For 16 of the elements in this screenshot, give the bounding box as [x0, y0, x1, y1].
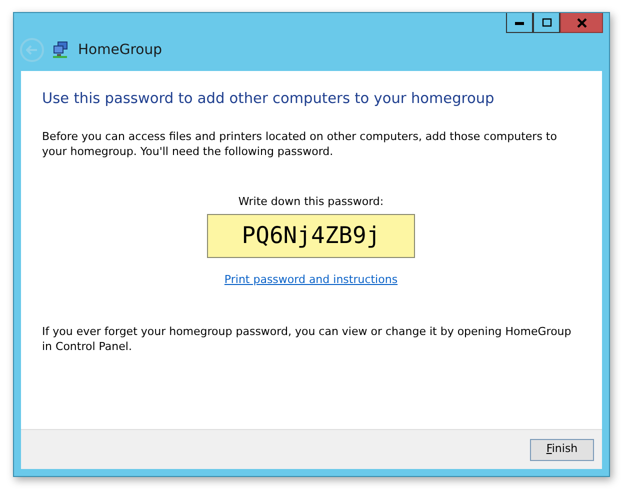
maximize-button[interactable] [533, 13, 560, 33]
back-arrow-icon [26, 45, 38, 55]
footnote-text: If you ever forget your homegroup password, you can view or change it by opening HomeGroup in Control Panel. [42, 324, 572, 354]
finish-button[interactable]: Finish [530, 438, 594, 460]
heading: Use this password to add other computers to your homegroup [42, 90, 496, 109]
homegroup-icon [52, 41, 70, 59]
password-display: PQ6Nj4ZB9j [207, 214, 415, 258]
minimize-button[interactable] [506, 13, 533, 33]
print-link[interactable]: Print password and instructions [224, 272, 398, 289]
window-title: HomeGroup [78, 40, 162, 60]
intro-text: Before you can access files and printers located on other computers, add those computers to your homegroup. You'll need the following password. [42, 128, 558, 160]
close-icon [576, 18, 586, 28]
maximize-icon [542, 18, 552, 27]
password-label: Write down this password: [238, 194, 384, 210]
minimize-icon [515, 20, 524, 24]
close-button[interactable] [560, 13, 603, 33]
